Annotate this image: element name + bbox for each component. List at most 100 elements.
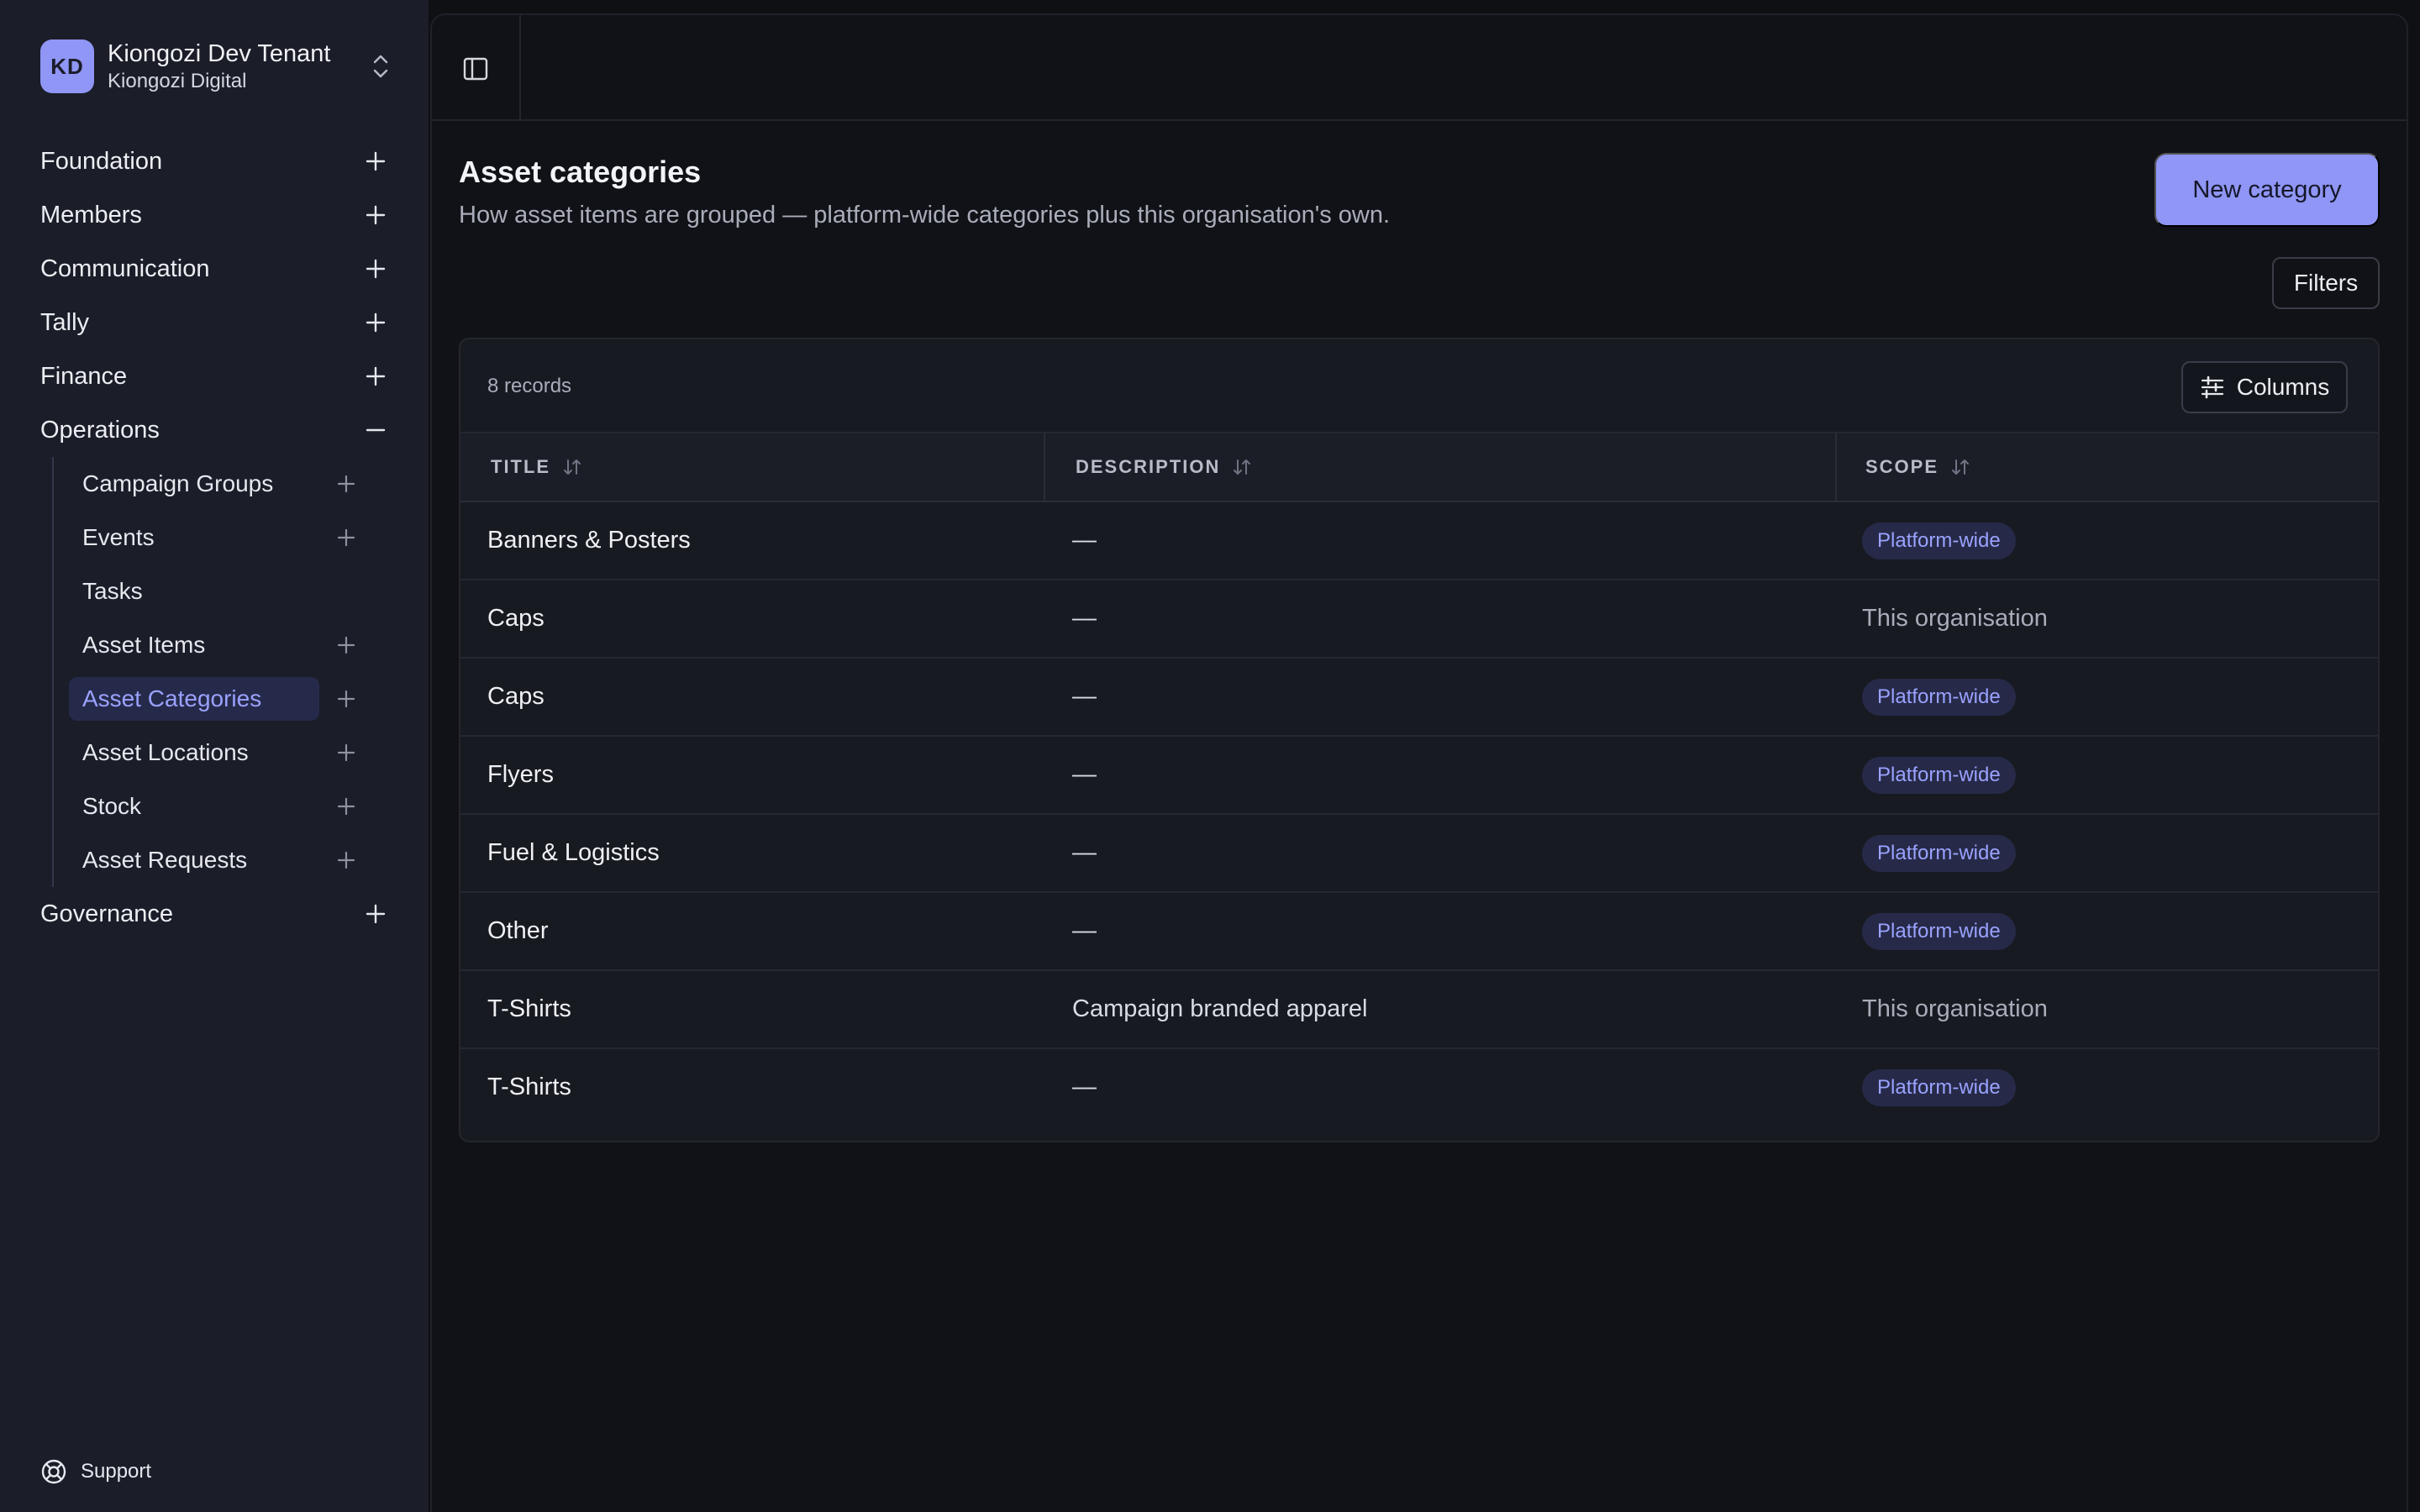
table-row[interactable]: Caps — Platform-wide <box>460 659 2378 737</box>
nav-item-label: Members <box>40 201 142 228</box>
records-table-card: 8 records Columns TITLE DESCRIPTION SCOP… <box>459 338 2380 1142</box>
sidebar-item-tasks[interactable]: Tasks <box>0 564 429 618</box>
column-header-label: DESCRIPTION <box>1076 456 1221 477</box>
nav-item-foundation[interactable]: Foundation <box>0 134 429 188</box>
column-header-description[interactable]: DESCRIPTION <box>1076 433 1252 501</box>
column-divider <box>1835 433 1837 501</box>
scope-badge: Platform-wide <box>1862 912 2016 950</box>
nav-item-members[interactable]: Members <box>0 188 429 242</box>
scope-text: This organisation <box>1862 995 2048 1022</box>
support-link[interactable]: Support <box>40 1458 151 1485</box>
columns-button[interactable]: Columns <box>2181 361 2348 413</box>
plus-icon[interactable] <box>363 901 388 927</box>
cell-title: Flyers <box>487 761 554 788</box>
app: KD Kiongozi Dev Tenant Kiongozi Digital … <box>0 0 2420 1512</box>
top-bar-divider <box>519 15 521 121</box>
page-subtitle: How asset items are grouped — platform-w… <box>459 202 1391 228</box>
columns-label: Columns <box>2236 374 2330 400</box>
new-category-button[interactable]: New category <box>2154 153 2380 227</box>
page-title: Asset categories <box>459 155 702 189</box>
chevron-up-down-icon[interactable] <box>368 50 393 83</box>
plus-icon[interactable] <box>363 149 388 174</box>
table-row[interactable]: Flyers — Platform-wide <box>460 737 2378 815</box>
table-row[interactable]: Caps — This organisation <box>460 580 2378 659</box>
sidebar-item-label: Campaign Groups <box>82 470 274 496</box>
sidebar-item-label: Asset Requests <box>82 847 248 873</box>
plus-icon[interactable] <box>363 256 388 281</box>
cell-description: — <box>1072 1074 1097 1100</box>
cell-description: — <box>1072 527 1097 554</box>
nav-item-operations[interactable]: Operations <box>0 403 429 457</box>
table-row[interactable]: T-Shirts Campaign branded apparel This o… <box>460 971 2378 1049</box>
plus-icon[interactable] <box>363 310 388 335</box>
sidebar-item-asset-categories[interactable]: Asset Categories <box>0 672 429 726</box>
cell-description: — <box>1072 917 1097 944</box>
sidebar-toggle-icon[interactable] <box>462 55 489 82</box>
cell-scope: Platform-wide <box>1862 893 2016 969</box>
nav-item-finance[interactable]: Finance <box>0 349 429 403</box>
tenant-name: Kiongozi Dev Tenant <box>108 40 331 67</box>
sidebar-item-stock[interactable]: Stock <box>0 780 429 833</box>
sidebar-item-asset-requests[interactable]: Asset Requests <box>0 833 429 887</box>
column-header-scope[interactable]: SCOPE <box>1865 433 1970 501</box>
nav-item-communication[interactable]: Communication <box>0 242 429 296</box>
nav-item-label: Foundation <box>40 147 163 175</box>
main-panel: Asset categories How asset items are gro… <box>430 13 2408 1512</box>
cell-scope: Platform-wide <box>1862 502 2016 579</box>
records-count: 8 records <box>487 375 572 397</box>
sidebar-item-label: Asset Items <box>82 632 206 658</box>
sort-icon[interactable] <box>1232 457 1252 477</box>
support-label: Support <box>81 1460 152 1483</box>
sidebar-item-label: Asset Categories <box>82 685 262 711</box>
column-header-title[interactable]: TITLE <box>491 433 582 501</box>
sidebar-item-events[interactable]: Events <box>0 511 429 564</box>
table-row[interactable]: Fuel & Logistics — Platform-wide <box>460 815 2378 893</box>
plus-icon[interactable] <box>334 687 358 711</box>
scope-text: This organisation <box>1862 605 2048 632</box>
minus-icon[interactable] <box>363 417 388 443</box>
scope-badge: Platform-wide <box>1862 522 2016 559</box>
tenant-avatar: KD <box>40 39 94 93</box>
scope-badge: Platform-wide <box>1862 1068 2016 1106</box>
cell-scope: Platform-wide <box>1862 1049 2016 1126</box>
cell-description: — <box>1072 839 1097 866</box>
sidebar-item-campaign-groups[interactable]: Campaign Groups <box>0 457 429 511</box>
cell-scope: This organisation <box>1862 580 2048 657</box>
plus-icon[interactable] <box>334 633 358 657</box>
sidebar-item-asset-items[interactable]: Asset Items <box>0 618 429 672</box>
sidebar-item-asset-locations[interactable]: Asset Locations <box>0 726 429 780</box>
sort-icon[interactable] <box>1950 457 1970 477</box>
top-bar <box>432 15 2407 121</box>
tenant-text: Kiongozi Dev Tenant Kiongozi Digital <box>108 39 368 94</box>
lifebuoy-icon <box>41 1459 66 1484</box>
table-row[interactable]: Banners & Posters — Platform-wide <box>460 502 2378 580</box>
plus-icon[interactable] <box>334 472 358 496</box>
nav-item-governance[interactable]: Governance <box>0 887 429 941</box>
sidebar-item-label: Asset Locations <box>82 739 249 765</box>
table-header: TITLE DESCRIPTION SCOPE <box>460 433 2378 502</box>
plus-icon[interactable] <box>363 364 388 389</box>
scope-badge: Platform-wide <box>1862 834 2016 872</box>
tenant-switcher[interactable]: KD Kiongozi Dev Tenant Kiongozi Digital <box>40 39 393 94</box>
table-row[interactable]: T-Shirts — Platform-wide <box>460 1049 2378 1127</box>
plus-icon[interactable] <box>334 741 358 764</box>
sidebar-item-label: Stock <box>82 793 142 819</box>
nav-item-label: Finance <box>40 362 128 390</box>
nav-item-tally[interactable]: Tally <box>0 296 429 349</box>
plus-icon[interactable] <box>334 848 358 872</box>
sidebar-nav: Foundation Members Communication Tally F… <box>0 134 429 941</box>
filters-button[interactable]: Filters <box>2272 257 2380 309</box>
cell-title: T-Shirts <box>487 1074 571 1100</box>
plus-icon[interactable] <box>334 795 358 818</box>
operations-subnav: Campaign Groups Events Tasks Asset Items… <box>0 457 429 887</box>
sidebar-item-label: Events <box>82 524 155 550</box>
cell-title: Caps <box>487 605 544 632</box>
plus-icon[interactable] <box>334 526 358 549</box>
sidebar: KD Kiongozi Dev Tenant Kiongozi Digital … <box>0 0 429 1512</box>
sort-icon[interactable] <box>562 457 582 477</box>
sliders-icon <box>2201 375 2223 399</box>
plus-icon[interactable] <box>363 202 388 228</box>
table-row[interactable]: Other — Platform-wide <box>460 893 2378 971</box>
column-header-label: SCOPE <box>1865 456 1939 477</box>
cell-title: Fuel & Logistics <box>487 839 660 866</box>
